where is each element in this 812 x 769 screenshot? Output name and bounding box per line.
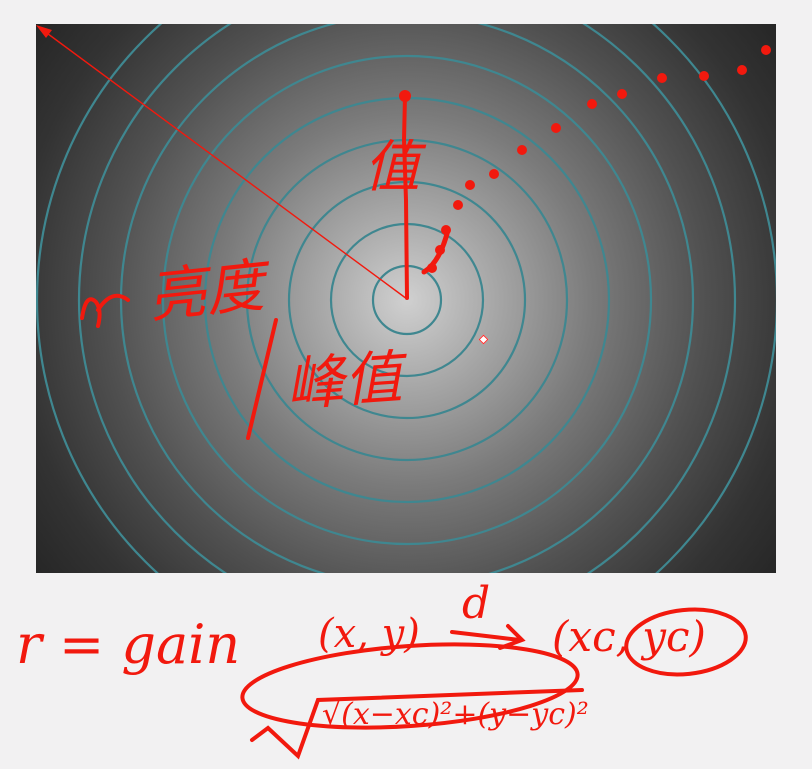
- arrow-head-icon: [36, 25, 52, 38]
- formula-center: (xᴄ, yᴄ): [552, 612, 706, 661]
- formula-left: r = gain: [16, 613, 241, 676]
- dot: [657, 73, 667, 83]
- dot: [699, 71, 709, 81]
- label-r-cn: 亮度: [144, 251, 268, 331]
- formula-point: (x, y): [318, 611, 420, 657]
- dotted-curve: [427, 45, 771, 273]
- dot: [587, 99, 597, 109]
- dot: [617, 89, 627, 99]
- dot: [551, 123, 561, 133]
- formula-sqrt: √(x−xc)²+(y−yc)²: [322, 697, 589, 732]
- dot: [465, 180, 475, 190]
- dot: [489, 169, 499, 179]
- label-peak: 峰值: [283, 343, 405, 419]
- dot: [517, 145, 527, 155]
- dot: [761, 45, 771, 55]
- dot: [737, 65, 747, 75]
- formula-arrow-label: d: [462, 578, 491, 629]
- dot: [453, 200, 463, 210]
- r-glyph: [80, 293, 130, 328]
- label-value: 值: [364, 135, 420, 200]
